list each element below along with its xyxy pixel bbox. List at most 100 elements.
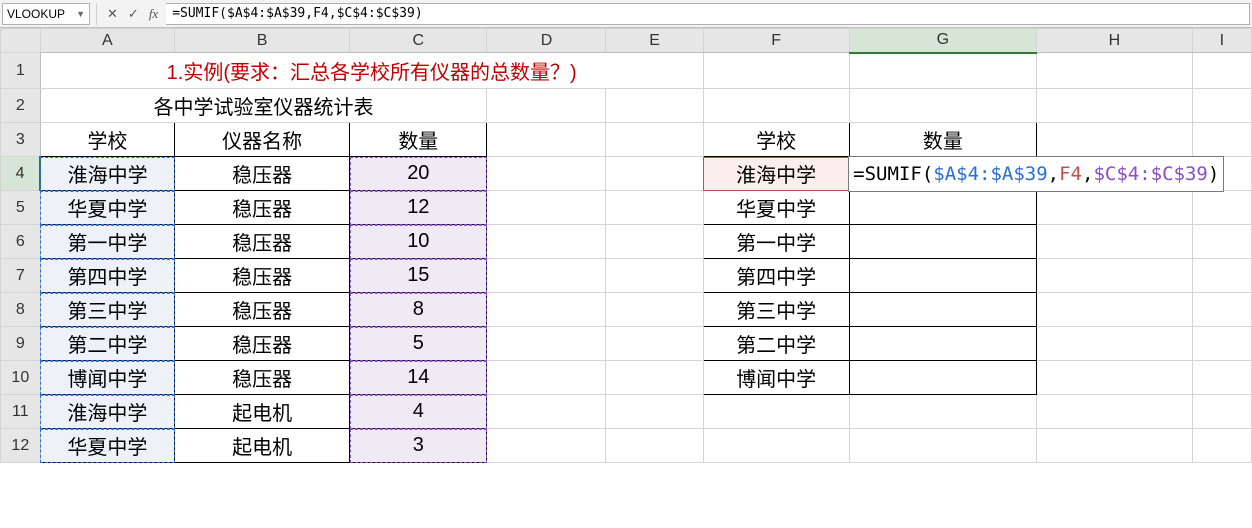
subtitle-cell[interactable]: 各中学试验室仪器统计表 [40, 89, 487, 123]
cancel-icon[interactable]: ✕ [107, 6, 118, 22]
cell-g7[interactable] [849, 259, 1036, 293]
cell[interactable] [849, 89, 1036, 123]
cell-g10[interactable] [849, 361, 1036, 395]
row-header-1[interactable]: 1 [1, 53, 41, 89]
cell[interactable] [849, 395, 1036, 429]
cell-b6[interactable]: 稳压器 [175, 225, 350, 259]
cell-a6[interactable]: 第一中学 [40, 225, 174, 259]
cell-a7[interactable]: 第四中学 [40, 259, 174, 293]
cell-b5[interactable]: 稳压器 [175, 191, 350, 225]
cell[interactable] [1192, 225, 1251, 259]
col-header-a[interactable]: A [40, 29, 174, 53]
cell[interactable] [487, 225, 606, 259]
spreadsheet[interactable]: A B C D E F G H I 1 1.实例(要求：汇总各学校所有仪器的总数… [0, 28, 1252, 463]
col-header-c[interactable]: C [350, 29, 487, 53]
name-box[interactable]: VLOOKUP ▼ [2, 3, 90, 25]
cell[interactable] [606, 123, 703, 157]
cell[interactable] [487, 429, 606, 463]
cell-g6[interactable] [849, 225, 1036, 259]
cell[interactable] [1192, 191, 1251, 225]
row-header-3[interactable]: 3 [1, 123, 41, 157]
cell-c6[interactable]: 10 [350, 225, 487, 259]
cell[interactable] [1037, 259, 1193, 293]
cell-c7[interactable]: 15 [350, 259, 487, 293]
cell[interactable] [1192, 361, 1251, 395]
cell[interactable] [1037, 123, 1193, 157]
cell-g8[interactable] [849, 293, 1036, 327]
cell-a11[interactable]: 淮海中学 [40, 395, 174, 429]
cell[interactable] [487, 89, 606, 123]
cell[interactable] [849, 429, 1036, 463]
cell[interactable] [487, 293, 606, 327]
cell-g9[interactable] [849, 327, 1036, 361]
cell-f8[interactable]: 第三中学 [703, 293, 849, 327]
cell[interactable] [487, 361, 606, 395]
cell-a4[interactable]: 淮海中学 [40, 157, 174, 191]
cell[interactable] [606, 225, 703, 259]
cell[interactable] [1192, 123, 1251, 157]
formula-input[interactable]: =SUMIF($A$4:$A$39,F4,$C$4:$C$39) [166, 3, 1250, 25]
cell[interactable] [606, 395, 703, 429]
cell-b10[interactable]: 稳压器 [175, 361, 350, 395]
cell[interactable] [606, 191, 703, 225]
confirm-icon[interactable]: ✓ [128, 6, 139, 22]
row-header-2[interactable]: 2 [1, 89, 41, 123]
cell-b8[interactable]: 稳压器 [175, 293, 350, 327]
cell[interactable] [1192, 327, 1251, 361]
cell[interactable] [606, 361, 703, 395]
cell[interactable] [487, 395, 606, 429]
col-header-e[interactable]: E [606, 29, 703, 53]
cell-c9[interactable]: 5 [350, 327, 487, 361]
row-header-4[interactable]: 4 [1, 157, 41, 191]
col-header-i[interactable]: I [1192, 29, 1251, 53]
cell[interactable] [1037, 191, 1193, 225]
cell[interactable] [1037, 293, 1193, 327]
cell-b9[interactable]: 稳压器 [175, 327, 350, 361]
cell[interactable] [1192, 293, 1251, 327]
cell[interactable] [606, 293, 703, 327]
title-cell[interactable]: 1.实例(要求：汇总各学校所有仪器的总数量？) [40, 53, 703, 89]
cell-editor-overlay[interactable]: =SUMIF($A$4:$A$39,F4,$C$4:$C$39) [848, 156, 1224, 192]
cell[interactable] [606, 89, 703, 123]
right-header-count[interactable]: 数量 [849, 123, 1036, 157]
col-header-h[interactable]: H [1037, 29, 1193, 53]
cell[interactable] [1192, 89, 1251, 123]
cell-g5[interactable] [849, 191, 1036, 225]
cell[interactable] [606, 157, 703, 191]
chevron-down-icon[interactable]: ▼ [76, 9, 85, 19]
row-header-10[interactable]: 10 [1, 361, 41, 395]
col-header-d[interactable]: D [487, 29, 606, 53]
cell-b7[interactable]: 稳压器 [175, 259, 350, 293]
cell-f5[interactable]: 华夏中学 [703, 191, 849, 225]
cell[interactable] [487, 157, 606, 191]
cell[interactable] [606, 327, 703, 361]
cell[interactable] [1037, 395, 1193, 429]
row-header-8[interactable]: 8 [1, 293, 41, 327]
row-header-5[interactable]: 5 [1, 191, 41, 225]
cell-f6[interactable]: 第一中学 [703, 225, 849, 259]
cell-c11[interactable]: 4 [350, 395, 487, 429]
cell-a10[interactable]: 博闻中学 [40, 361, 174, 395]
cell[interactable] [703, 429, 849, 463]
cell-b11[interactable]: 起电机 [175, 395, 350, 429]
cell[interactable] [1192, 259, 1251, 293]
cell[interactable] [1037, 429, 1193, 463]
right-header-school[interactable]: 学校 [703, 123, 849, 157]
row-header-11[interactable]: 11 [1, 395, 41, 429]
row-header-6[interactable]: 6 [1, 225, 41, 259]
col-header-f[interactable]: F [703, 29, 849, 53]
cell-a5[interactable]: 华夏中学 [40, 191, 174, 225]
cell-c4[interactable]: 20 [350, 157, 487, 191]
cell[interactable] [703, 53, 849, 89]
cell[interactable] [703, 89, 849, 123]
cell-f4[interactable]: 淮海中学 [703, 157, 849, 191]
cell-a9[interactable]: 第二中学 [40, 327, 174, 361]
row-header-9[interactable]: 9 [1, 327, 41, 361]
cell[interactable] [606, 429, 703, 463]
cell[interactable] [487, 191, 606, 225]
cell[interactable] [1192, 395, 1251, 429]
cell[interactable] [1037, 361, 1193, 395]
cell-f7[interactable]: 第四中学 [703, 259, 849, 293]
cell-f9[interactable]: 第二中学 [703, 327, 849, 361]
cell[interactable] [487, 327, 606, 361]
